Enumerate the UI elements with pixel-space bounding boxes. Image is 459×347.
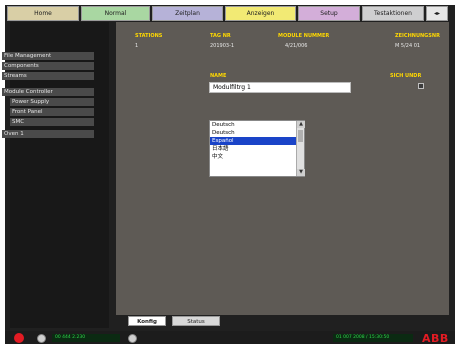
tab-scroll-arrows[interactable]: ◂▸ — [426, 6, 448, 21]
header-tag-nr: TAG NR — [210, 33, 231, 39]
tab-anzeigen[interactable]: Anzeigen — [225, 6, 296, 21]
tab-home[interactable]: Home — [7, 6, 79, 21]
list-item[interactable]: Deutsch — [210, 121, 296, 129]
name-label: NAME — [210, 73, 227, 79]
sidebar-item-smc[interactable]: SMC — [10, 118, 94, 126]
status-datetime-field: 01 007 2008 / 15:30:50 — [333, 334, 413, 342]
sidebar-item-module-controller[interactable]: Module Controller — [2, 88, 94, 96]
value-module-nummer: 4/21/006 — [285, 43, 308, 49]
settings-checkbox[interactable] — [418, 83, 424, 89]
list-item[interactable]: 日本語 — [210, 145, 296, 153]
status-left-field: 00 444 2.230 — [52, 334, 120, 342]
tab-status[interactable]: Status — [172, 316, 220, 326]
settings-gear-icon[interactable] — [37, 334, 46, 343]
tab-setup[interactable]: Setup — [298, 6, 360, 21]
list-item[interactable]: 中文 — [210, 153, 296, 161]
scroll-down-icon[interactable]: ▼ — [297, 169, 305, 176]
list-item[interactable]: Deutsch — [210, 129, 296, 137]
sidebar-item-components[interactable]: Components — [2, 62, 94, 70]
value-stations: 1 — [135, 43, 139, 49]
scroll-thumb[interactable] — [298, 130, 303, 142]
value-tag-nr: 201903-1 — [210, 43, 235, 49]
sidebar-item-streams[interactable]: Streams — [2, 72, 94, 80]
tab-normal[interactable]: Normal — [81, 6, 150, 21]
checkbox-label: SICH UNDR — [390, 73, 422, 79]
value-zeichnungsnr: M 5/24 01 — [395, 43, 421, 49]
listbox-scrollbar[interactable]: ▲ ▼ — [296, 121, 305, 176]
sidebar-item-file-management[interactable]: File Management — [2, 52, 94, 60]
sidebar-item-oven-1[interactable]: Oven 1 — [2, 130, 94, 138]
list-item-selected[interactable]: Español — [210, 137, 296, 145]
language-listbox[interactable]: Deutsch Deutsch Español 日本語 中文 ▲ ▼ — [209, 120, 305, 177]
scroll-up-icon[interactable]: ▲ — [297, 121, 305, 128]
header-stations: STATIONS — [135, 33, 163, 39]
name-input[interactable]: Modulfiltrg 1 — [209, 82, 351, 93]
sidebar-item-power-supply[interactable]: Power Supply — [10, 98, 94, 106]
top-tab-bar: Home Normal Zeitplan Anzeigen Setup Test… — [7, 6, 454, 21]
sidebar-item-front-panel[interactable]: Front Panel — [10, 108, 94, 116]
tab-zeitplan[interactable]: Zeitplan — [152, 6, 223, 21]
tab-konfig[interactable]: Konfig — [128, 316, 166, 326]
dial-icon[interactable] — [128, 334, 137, 343]
abb-logo: ABB — [422, 332, 449, 345]
header-module-nummer: MODULE NUMMER — [278, 33, 330, 39]
header-zeichnungsnr: ZEICHNUNGSNR — [395, 33, 440, 39]
record-indicator-icon[interactable] — [14, 333, 24, 343]
tab-testaktionen[interactable]: Testaktionen — [362, 6, 424, 21]
